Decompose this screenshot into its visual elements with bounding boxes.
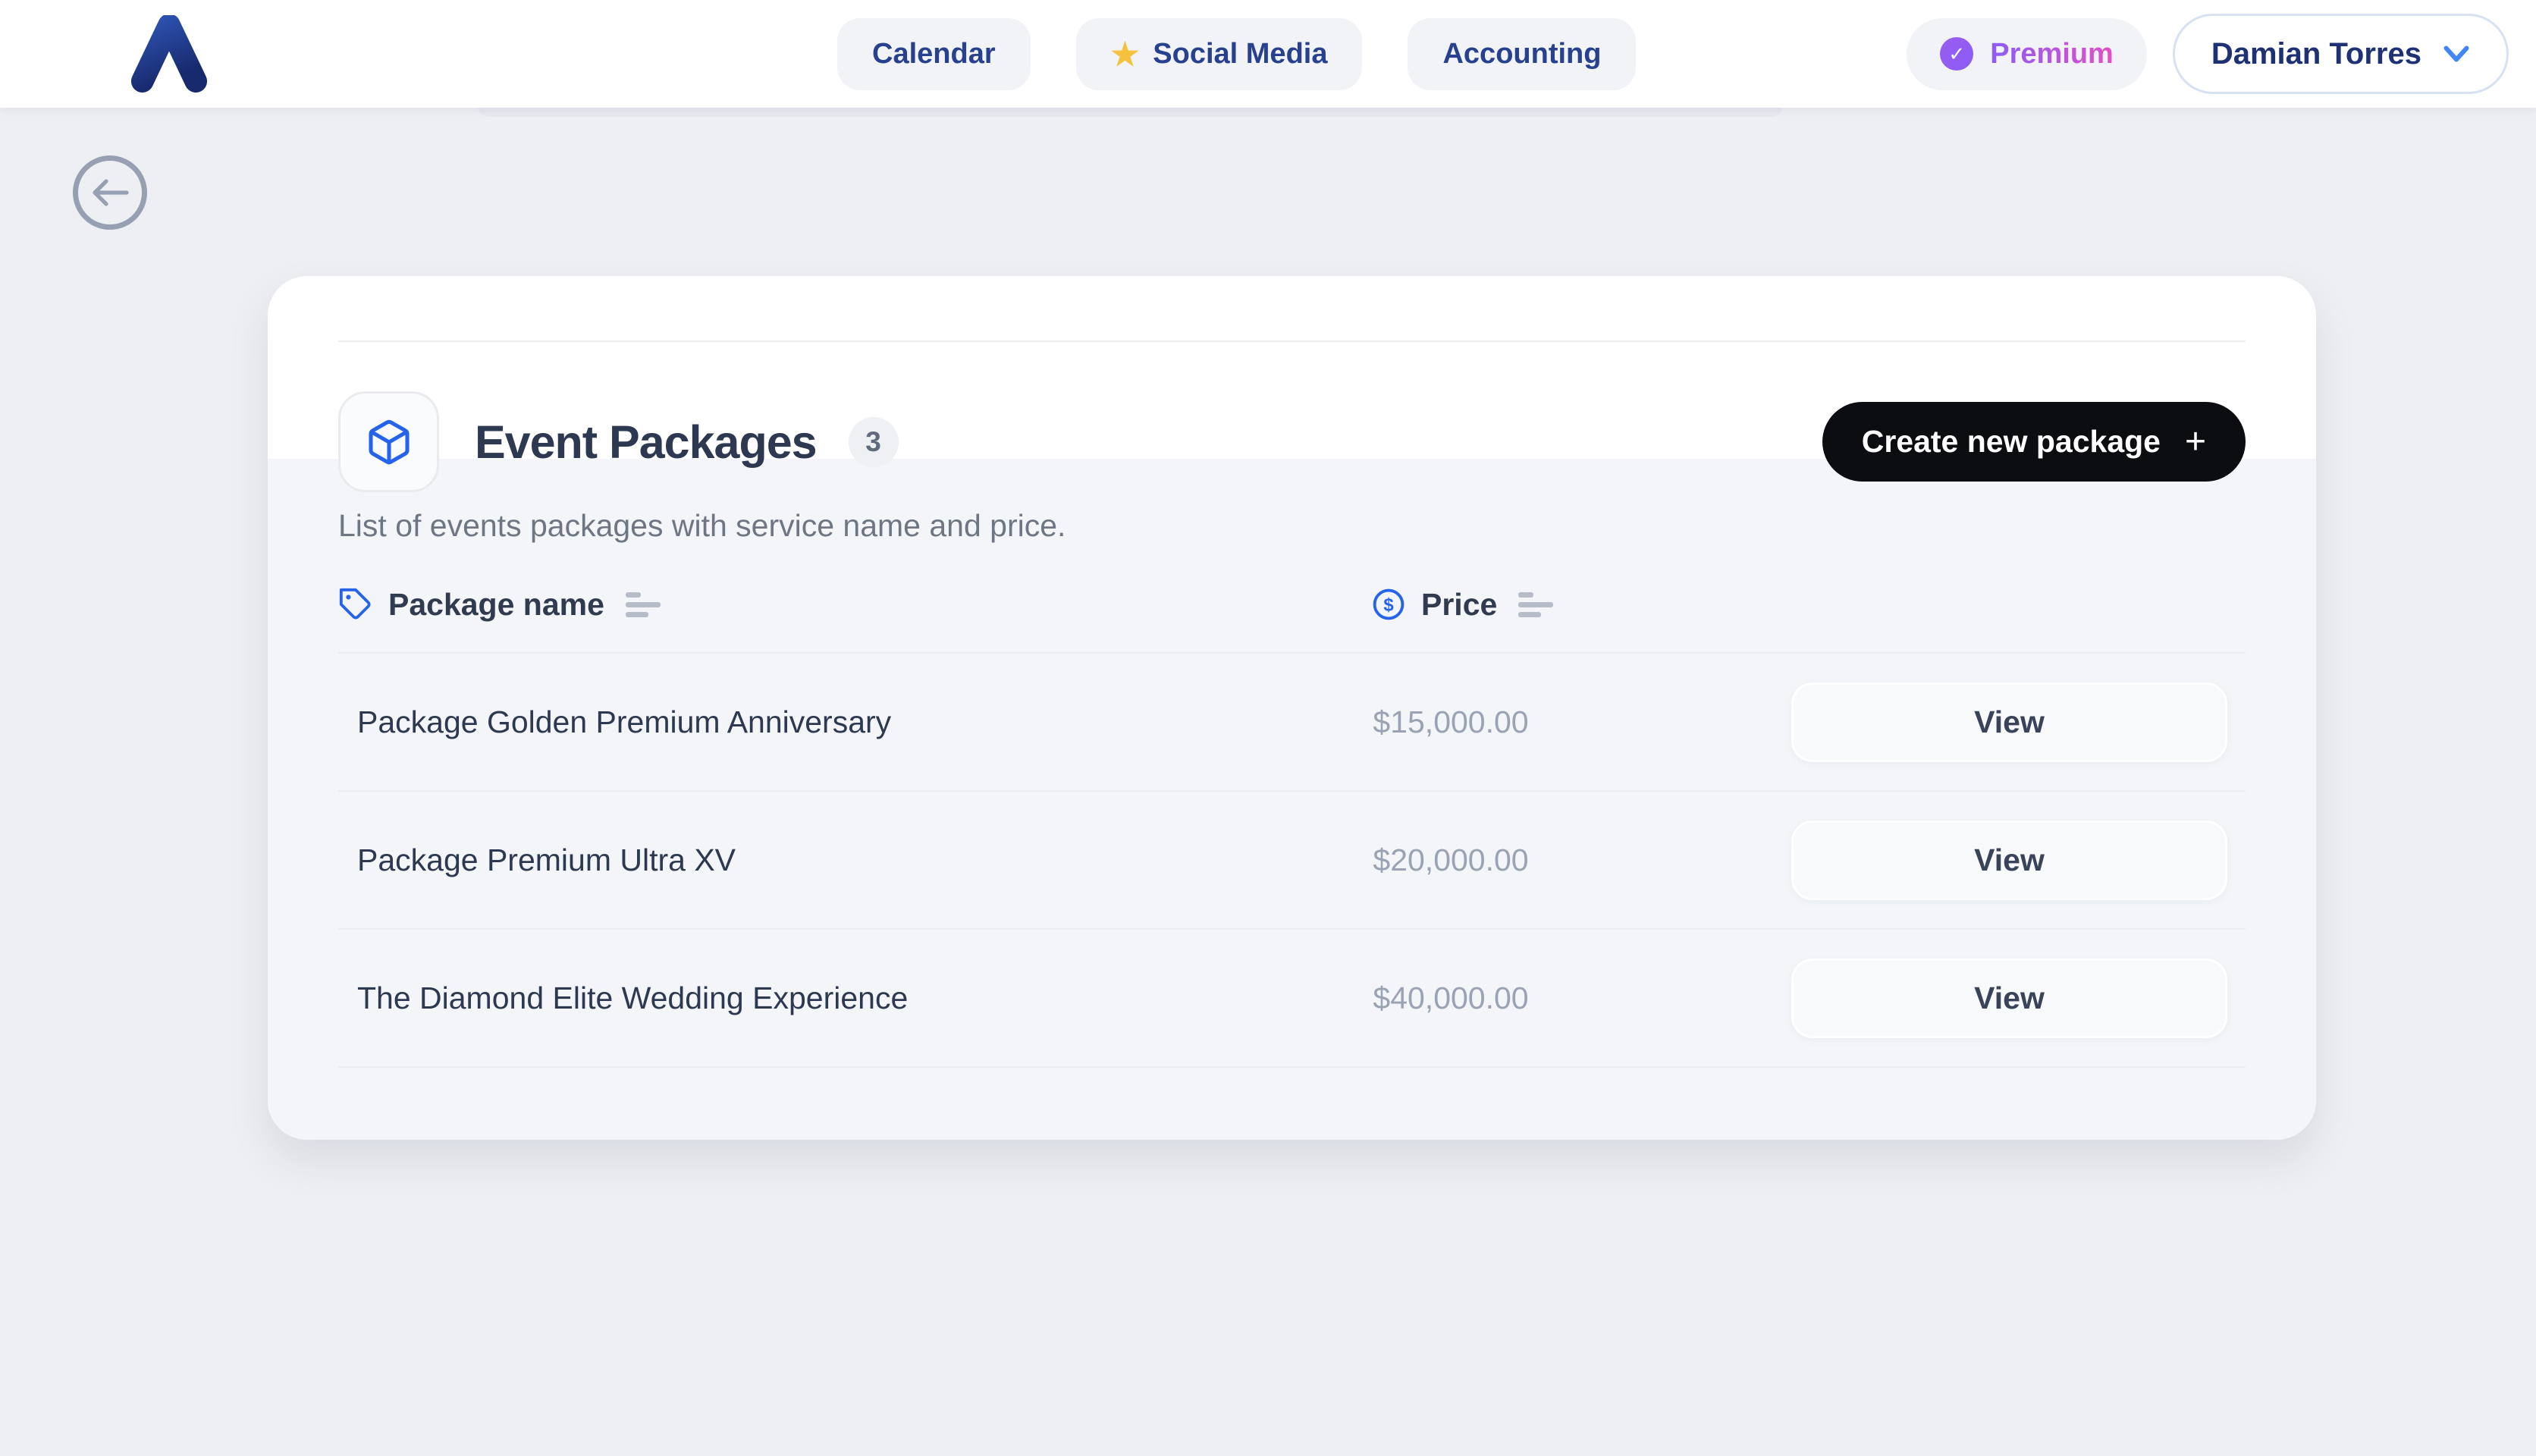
column-price-label: Price xyxy=(1421,587,1497,623)
column-package-name: Package name xyxy=(338,576,2246,633)
app-logo[interactable] xyxy=(127,15,211,93)
package-icon-box xyxy=(338,391,439,492)
check-circle-icon: ✓ xyxy=(1940,37,1973,71)
tab-social-media[interactable]: ★ Social Media xyxy=(1076,18,1363,90)
table-row: Package Premium Ultra XV $20,000.00 View xyxy=(338,792,2246,930)
dollar-circle-icon: $ xyxy=(1371,587,1406,622)
package-price: $20,000.00 xyxy=(1352,843,1549,878)
tab-calendar-label: Calendar xyxy=(872,38,996,71)
package-price: $15,000.00 xyxy=(1352,704,1549,740)
package-name: The Diamond Elite Wedding Experience xyxy=(357,981,908,1016)
back-button[interactable] xyxy=(73,155,147,230)
arrow-left-icon xyxy=(90,178,130,207)
tab-social-media-label: Social Media xyxy=(1153,38,1327,71)
plus-icon: + xyxy=(2185,424,2206,460)
main-nav: Calendar ★ Social Media Accounting xyxy=(837,18,1636,90)
table-row: Package Golden Premium Anniversary $15,0… xyxy=(338,654,2246,792)
card-header: Event Packages 3 Create new package + xyxy=(338,391,2246,492)
screen: Calendar ★ Social Media Accounting ✓ Pre… xyxy=(0,0,2536,1456)
chevron-down-icon xyxy=(2443,45,2470,63)
table-row: The Diamond Elite Wedding Experience $40… xyxy=(338,930,2246,1068)
page-title: Event Packages xyxy=(475,416,817,469)
package-table: Package Golden Premium Anniversary $15,0… xyxy=(338,654,2246,1068)
table-column-headers: Package name $ Price xyxy=(338,576,2246,633)
package-name: Package Golden Premium Anniversary xyxy=(357,704,891,740)
premium-label: Premium xyxy=(1990,38,2114,71)
user-menu-button[interactable]: Damian Torres xyxy=(2173,14,2509,94)
tab-accounting-label: Accounting xyxy=(1442,38,1601,71)
tab-calendar[interactable]: Calendar xyxy=(837,18,1031,90)
package-price: $40,000.00 xyxy=(1352,981,1549,1016)
card-description: List of events packages with service nam… xyxy=(338,508,1066,544)
topbar: Calendar ★ Social Media Accounting ✓ Pre… xyxy=(0,0,2536,108)
topbar-right: ✓ Premium Damian Torres xyxy=(1907,0,2509,108)
cube-icon xyxy=(365,418,413,466)
package-name: Package Premium Ultra XV xyxy=(357,843,736,878)
star-icon: ★ xyxy=(1111,39,1140,71)
tab-accounting[interactable]: Accounting xyxy=(1408,18,1636,90)
sort-icon-package-name[interactable] xyxy=(626,592,661,617)
card-top-divider xyxy=(338,340,2246,342)
create-new-package-button[interactable]: Create new package + xyxy=(1822,402,2246,482)
event-packages-card: Event Packages 3 Create new package + Li… xyxy=(268,276,2316,1140)
sort-icon-price[interactable] xyxy=(1518,592,1553,617)
view-button[interactable]: View xyxy=(1791,682,2227,762)
premium-badge: ✓ Premium xyxy=(1907,18,2147,90)
create-button-label: Create new package xyxy=(1862,424,2161,460)
lambda-logo-icon xyxy=(127,15,211,93)
tag-icon xyxy=(338,587,373,622)
view-button[interactable]: View xyxy=(1791,959,2227,1038)
column-price: $ Price xyxy=(1371,576,1553,633)
user-name: Damian Torres xyxy=(2211,37,2421,71)
svg-text:$: $ xyxy=(1383,595,1393,615)
view-button[interactable]: View xyxy=(1791,821,2227,900)
count-badge: 3 xyxy=(849,417,899,467)
column-package-name-label: Package name xyxy=(388,587,604,623)
